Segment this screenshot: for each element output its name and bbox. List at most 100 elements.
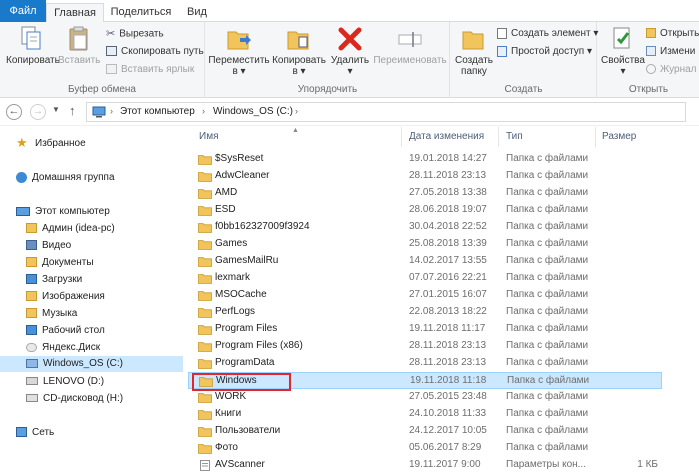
sidebar-item-label: Избранное bbox=[35, 138, 86, 149]
address-bar[interactable]: › Этот компьютер › Windows_OS (C:) › bbox=[86, 102, 686, 122]
history-button[interactable]: Журнал bbox=[646, 62, 697, 78]
sidebar-item-label: LENOVO (D:) bbox=[43, 376, 105, 387]
paste-shortcut-icon bbox=[106, 64, 117, 75]
cloud-icon bbox=[26, 342, 37, 352]
file-row[interactable]: Games 25.08.2018 13:39 Папка с файлами bbox=[188, 236, 662, 253]
breadcrumb-drive-c[interactable]: Windows_OS (C:) bbox=[213, 106, 293, 117]
edit-button[interactable]: Измени bbox=[646, 44, 695, 60]
music-folder-icon bbox=[26, 308, 37, 319]
file-date: 22.08.2013 18:22 bbox=[409, 306, 487, 317]
sidebar-item-music[interactable]: Музыка bbox=[26, 306, 77, 322]
cut-label: Вырезать bbox=[119, 28, 164, 40]
copy-path-button[interactable]: Скопировать путь bbox=[106, 44, 204, 60]
recent-locations-button[interactable]: ▼ bbox=[52, 105, 60, 114]
open-button[interactable]: Открыть bbox=[646, 26, 699, 42]
move-to-button[interactable]: Переместить в ▾ bbox=[208, 26, 270, 77]
cut-button[interactable]: ✂ Вырезать bbox=[106, 26, 164, 42]
file-row[interactable]: AMD 27.05.2018 13:38 Папка с файлами bbox=[188, 185, 662, 202]
organize-group-label: Упорядочить bbox=[297, 84, 358, 95]
new-item-button[interactable]: Создать элемент ▾ bbox=[497, 26, 598, 42]
sidebar-item-cd-drive[interactable]: CD-дисковод (H:) bbox=[26, 391, 123, 407]
sidebar-item-drive-c[interactable]: Windows_OS (C:) bbox=[0, 356, 183, 372]
sidebar-item-favorites[interactable]: ★ Избранное bbox=[16, 136, 86, 152]
column-header: ▲ Имя Дата изменения Тип Размер bbox=[188, 127, 699, 147]
sidebar-item-label: Рабочий стол bbox=[42, 325, 105, 336]
column-type[interactable]: Тип bbox=[506, 131, 523, 142]
file-name: ESD bbox=[215, 204, 236, 215]
tab-share[interactable]: Поделиться bbox=[106, 3, 176, 22]
up-button[interactable]: ↑ bbox=[69, 103, 76, 118]
column-divider[interactable] bbox=[498, 127, 499, 147]
rename-button[interactable]: Переименовать bbox=[372, 26, 448, 66]
move-to-label-line2: в bbox=[232, 66, 238, 77]
file-name: Пользователи bbox=[215, 425, 281, 436]
file-row[interactable]: Пользователи 24.12.2017 10:05 Папка с файл… bbox=[188, 423, 662, 440]
file-row[interactable]: AdwCleaner 28.11.2018 23:13 Папка с файлам… bbox=[188, 168, 662, 185]
sidebar-item-video[interactable]: Видео bbox=[26, 238, 71, 254]
sidebar-item-downloads[interactable]: Загрузки bbox=[26, 272, 82, 288]
file-row[interactable]: Program Files 19.11.2018 11:17 Папка с фай… bbox=[188, 321, 662, 338]
folder-icon bbox=[198, 342, 212, 352]
tab-home[interactable]: Главная bbox=[46, 3, 104, 23]
sidebar-item-homegroup[interactable]: Домашняя группа bbox=[16, 170, 115, 186]
file-row[interactable]: lexmark 07.07.2016 22:21 Папка с файлами bbox=[188, 270, 662, 287]
column-divider[interactable] bbox=[401, 127, 402, 147]
new-group-label: Создать bbox=[504, 84, 543, 95]
folder-icon bbox=[198, 206, 212, 216]
file-row[interactable]: ESD 28.06.2018 19:07 Папка с файлами bbox=[188, 202, 662, 219]
paste-button[interactable]: Вставить bbox=[58, 26, 100, 66]
delete-button[interactable]: Удалить ▾ bbox=[330, 26, 370, 77]
file-row[interactable]: GamesMailRu 14.02.2017 13:55 Папка с файла… bbox=[188, 253, 662, 270]
file-row[interactable]: PerfLogs 22.08.2013 18:22 Папка с файлами bbox=[188, 304, 662, 321]
forward-button[interactable]: → bbox=[30, 104, 46, 120]
easy-access-button[interactable]: Простой доступ ▾ bbox=[497, 44, 592, 60]
properties-button[interactable]: Свойства ▾ bbox=[600, 26, 646, 77]
file-row[interactable]: Фото 05.06.2017 8:29 Папка с файлами bbox=[188, 440, 662, 457]
file-row[interactable]: ProgramData 28.11.2018 23:13 Папка с файла… bbox=[188, 355, 662, 372]
open-icon bbox=[646, 28, 656, 39]
file-row[interactable]: AVScanner 19.11.2017 9:00 Параметры кон...… bbox=[188, 457, 662, 474]
file-row[interactable]: MSOCache 27.01.2015 16:07 Папка с файлами bbox=[188, 287, 662, 304]
file-name: GamesMailRu bbox=[215, 255, 279, 266]
sidebar-item-desktop[interactable]: Рабочий стол bbox=[26, 323, 105, 339]
sidebar-item-drive-d[interactable]: LENOVO (D:) bbox=[26, 374, 104, 390]
tab-view[interactable]: Вид bbox=[180, 3, 214, 22]
tab-file[interactable]: Файл bbox=[0, 0, 46, 22]
file-name: MSOCache bbox=[215, 289, 267, 300]
column-name[interactable]: Имя bbox=[199, 131, 218, 142]
properties-label: Свойства bbox=[601, 55, 645, 66]
breadcrumb-this-pc[interactable]: Этот компьютер bbox=[120, 106, 195, 117]
file-name: AMD bbox=[215, 187, 238, 198]
sidebar-item-yandex-disk[interactable]: Яндекс.Диск bbox=[26, 340, 100, 356]
sidebar-item-label: Музыка bbox=[42, 308, 78, 319]
file-date: 25.08.2018 13:39 bbox=[409, 238, 487, 249]
file-row[interactable]: Program Files (x86) 28.11.2018 23:13 Папка… bbox=[188, 338, 662, 355]
copy-path-label: Скопировать путь bbox=[121, 46, 204, 57]
sidebar-item-label: Сеть bbox=[32, 427, 55, 438]
new-folder-button[interactable]: Создать папку bbox=[453, 26, 495, 77]
folder-icon bbox=[198, 257, 212, 267]
copy-to-label-line2: в bbox=[292, 66, 298, 77]
copy-to-button[interactable]: Копировать в ▾ bbox=[270, 26, 328, 77]
sidebar-item-this-pc[interactable]: Этот компьютер bbox=[16, 204, 110, 220]
sidebar-item-documents[interactable]: Документы bbox=[26, 255, 94, 271]
column-divider[interactable] bbox=[595, 127, 596, 147]
file-name: WORK bbox=[215, 391, 247, 402]
copy-path-icon bbox=[106, 46, 117, 57]
file-row[interactable]: Книги 24.10.2018 11:33 Папка с файлами bbox=[188, 406, 662, 423]
column-size[interactable]: Размер bbox=[602, 131, 636, 142]
sidebar-item-label: Изображения bbox=[42, 291, 105, 302]
file-date: 28.11.2018 23:13 bbox=[409, 357, 487, 368]
file-row[interactable]: $SysReset 19.01.2018 14:27 Папка с файлами bbox=[188, 151, 662, 168]
file-row[interactable]: f0bb162327009f3924 30.04.2018 22:52 Папка … bbox=[188, 219, 662, 236]
file-row[interactable]: WORK 27.05.2015 23:48 Папка с файлами bbox=[188, 389, 662, 406]
back-button[interactable]: ← bbox=[6, 104, 22, 120]
file-type: Папка с файлами bbox=[506, 272, 589, 283]
new-item-label: Создать элемент bbox=[511, 28, 591, 39]
paste-shortcut-button[interactable]: Вставить ярлык bbox=[106, 62, 194, 78]
sidebar-item-pictures[interactable]: Изображения bbox=[26, 289, 105, 305]
column-date[interactable]: Дата изменения bbox=[409, 131, 484, 142]
sidebar-item-network[interactable]: Сеть bbox=[16, 425, 54, 441]
sidebar-item-admin[interactable]: Админ (idea-pc) bbox=[26, 221, 115, 237]
copy-button[interactable]: Копировать bbox=[6, 26, 60, 66]
